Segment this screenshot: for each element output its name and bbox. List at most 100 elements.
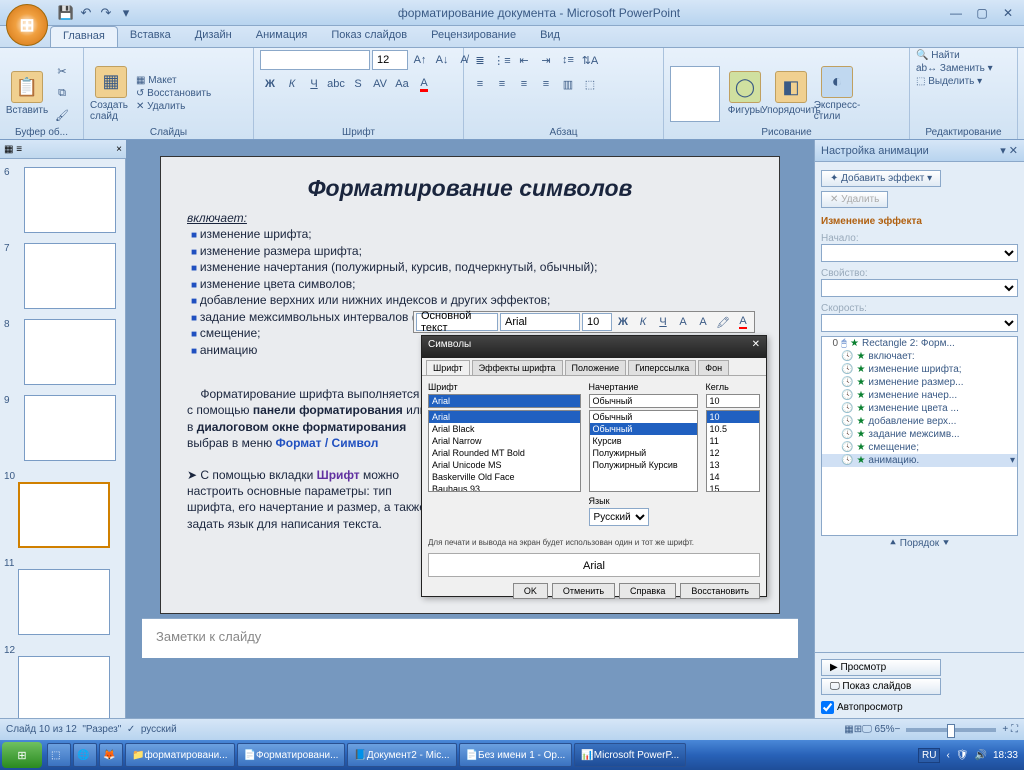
tab-animation[interactable]: Анимация	[244, 26, 320, 47]
font-color-icon[interactable]: A	[414, 74, 434, 94]
mini-shrink-icon[interactable]: A	[694, 313, 712, 331]
dlg-tab-font[interactable]: Шрифт	[426, 360, 470, 375]
shapes-gallery[interactable]	[670, 66, 720, 122]
dialog-close-icon[interactable]: ✕	[752, 339, 760, 355]
dlg-style-list[interactable]: Обычный Обычный Курсив Полужирный Полужи…	[589, 410, 698, 492]
thumbnail-pane[interactable]: 6 7 8 9 10 11 12	[0, 159, 126, 718]
slideshow-button[interactable]: 🖵 Показ слайдов	[821, 678, 941, 695]
select-button[interactable]: ⬚ Выделить ▾	[916, 76, 982, 87]
mini-color-icon[interactable]: A	[734, 313, 752, 331]
reset-button[interactable]: ↺ Восстановить	[136, 88, 211, 99]
mini-highlight-icon[interactable]: 🖍	[714, 313, 732, 331]
dlg-ok-button[interactable]: OK	[513, 583, 548, 599]
arrange-button[interactable]: ◧Упорядочить	[770, 71, 812, 116]
find-button[interactable]: 🔍 Найти	[916, 50, 960, 61]
tab-slideshow[interactable]: Показ слайдов	[319, 26, 419, 47]
shrink-font-icon[interactable]: A↓	[432, 50, 452, 70]
start-select[interactable]	[821, 244, 1018, 262]
maximize-button[interactable]: ▢	[970, 4, 994, 22]
taskbar-item[interactable]: 📘 Документ2 - Mic...	[347, 743, 456, 767]
grow-font-icon[interactable]: A↑	[410, 50, 430, 70]
pane-close-icon[interactable]: ×	[116, 144, 122, 155]
quick-launch-icon[interactable]: 🌐	[73, 743, 97, 767]
mini-italic-icon[interactable]: К	[634, 313, 652, 331]
mini-bold-icon[interactable]: Ж	[614, 313, 632, 331]
reorder-up-icon[interactable]: ⯅	[889, 538, 897, 549]
speed-select[interactable]	[821, 314, 1018, 332]
columns-icon[interactable]: ▥	[558, 74, 578, 94]
tray-lang[interactable]: RU	[918, 748, 940, 763]
anim-pane-dropdown-icon[interactable]: ▾	[1000, 145, 1006, 157]
zoom-out-icon[interactable]: −	[895, 724, 901, 735]
mini-font-box[interactable]: Основной текст	[416, 313, 498, 331]
zoom-percent[interactable]: 65%	[875, 724, 895, 735]
language-indicator[interactable]: русский	[141, 724, 177, 735]
font-size-combo[interactable]: 12	[372, 50, 408, 70]
layout-button[interactable]: ▦ Макет	[136, 75, 211, 86]
spacing-icon[interactable]: AV	[370, 74, 390, 94]
taskbar-item[interactable]: 📄 Форматировани...	[237, 743, 346, 767]
smartart-icon[interactable]: ⬚	[580, 74, 600, 94]
autopreview-check[interactable]: Автопросмотр	[821, 701, 1018, 714]
case-icon[interactable]: Aa	[392, 74, 412, 94]
new-slide-button[interactable]: ▦ Создать слайд	[90, 66, 132, 122]
shadow-icon[interactable]: S	[348, 74, 368, 94]
taskbar-item[interactable]: 📄 Без имени 1 - Op...	[459, 743, 573, 767]
dlg-cancel-button[interactable]: Отменить	[552, 583, 615, 599]
indent-inc-icon[interactable]: ⇥	[536, 50, 556, 70]
tab-home[interactable]: Главная	[50, 26, 118, 47]
align-left-icon[interactable]: ≡	[470, 74, 490, 94]
add-effect-button[interactable]: ✦ Добавить эффект ▾	[821, 170, 941, 187]
anim-pane-close-icon[interactable]: ✕	[1009, 145, 1018, 157]
paste-button[interactable]: 📋 Вставить	[6, 71, 48, 116]
thumbnail-10[interactable]	[18, 482, 110, 548]
dlg-tab-position[interactable]: Положение	[565, 360, 627, 375]
view-slideshow-icon[interactable]: 🖵	[862, 724, 872, 735]
mini-grow-icon[interactable]: A	[674, 313, 692, 331]
play-button[interactable]: ▶ Просмотр	[821, 659, 941, 676]
taskbar-item-active[interactable]: 📊 Microsoft PowerP...	[574, 743, 686, 767]
tab-view[interactable]: Вид	[528, 26, 572, 47]
underline-icon[interactable]: Ч	[304, 74, 324, 94]
close-button[interactable]: ✕	[996, 4, 1020, 22]
slide-title[interactable]: Форматирование символов	[187, 175, 753, 202]
dlg-tab-effects[interactable]: Эффекты шрифта	[472, 360, 563, 375]
strike-icon[interactable]: abc	[326, 74, 346, 94]
property-select[interactable]	[821, 279, 1018, 297]
spellcheck-icon[interactable]: ✓	[127, 724, 135, 735]
view-normal-icon[interactable]: ▦	[844, 724, 853, 735]
copy-icon[interactable]: ⧉	[52, 84, 72, 104]
quick-launch-icon[interactable]: 🦊	[99, 743, 123, 767]
quick-launch-icon[interactable]: ⬚	[47, 743, 71, 767]
dlg-lang-select[interactable]: Русский	[589, 508, 649, 526]
shapes-button[interactable]: ◯Фигуры	[724, 71, 766, 116]
numbering-icon[interactable]: ⋮≡	[492, 50, 512, 70]
text-direction-icon[interactable]: ⇅A	[580, 50, 600, 70]
taskbar-item[interactable]: 📁 форматировани...	[125, 743, 235, 767]
remove-effect-button[interactable]: ✕ Удалить	[821, 191, 888, 208]
italic-icon[interactable]: К	[282, 74, 302, 94]
bullets-icon[interactable]: ≣	[470, 50, 490, 70]
font-family-combo[interactable]	[260, 50, 370, 70]
dlg-help-button[interactable]: Справка	[619, 583, 676, 599]
tray-icon[interactable]: 🛡	[956, 750, 969, 761]
quick-styles-button[interactable]: ◐Экспресс-стили	[816, 66, 858, 122]
replace-button[interactable]: ab↔ Заменить ▾	[916, 63, 993, 74]
dlg-style-input[interactable]: Обычный	[589, 394, 698, 408]
mini-underline-icon[interactable]: Ч	[654, 313, 672, 331]
bold-icon[interactable]: Ж	[260, 74, 280, 94]
thumbnail-8[interactable]	[24, 319, 116, 385]
slides-tab-icon[interactable]: ▦	[4, 144, 13, 155]
redo-icon[interactable]: ↷	[98, 5, 114, 21]
format-painter-icon[interactable]: 🖌	[52, 106, 72, 126]
slide-canvas[interactable]: Форматирование символов включает: измене…	[160, 156, 780, 614]
indent-dec-icon[interactable]: ⇤	[514, 50, 534, 70]
office-button[interactable]: ⊞	[6, 4, 48, 46]
mini-toolbar[interactable]: Основной текст Arial 10 Ж К Ч A A 🖍 A	[413, 311, 755, 333]
thumbnail-9[interactable]	[24, 395, 116, 461]
dlg-tab-bg[interactable]: Фон	[698, 360, 729, 375]
dlg-tab-hyperlink[interactable]: Гиперссылка	[628, 360, 696, 375]
tab-design[interactable]: Дизайн	[183, 26, 244, 47]
save-icon[interactable]: 💾	[58, 5, 74, 21]
minimize-button[interactable]: —	[944, 4, 968, 22]
